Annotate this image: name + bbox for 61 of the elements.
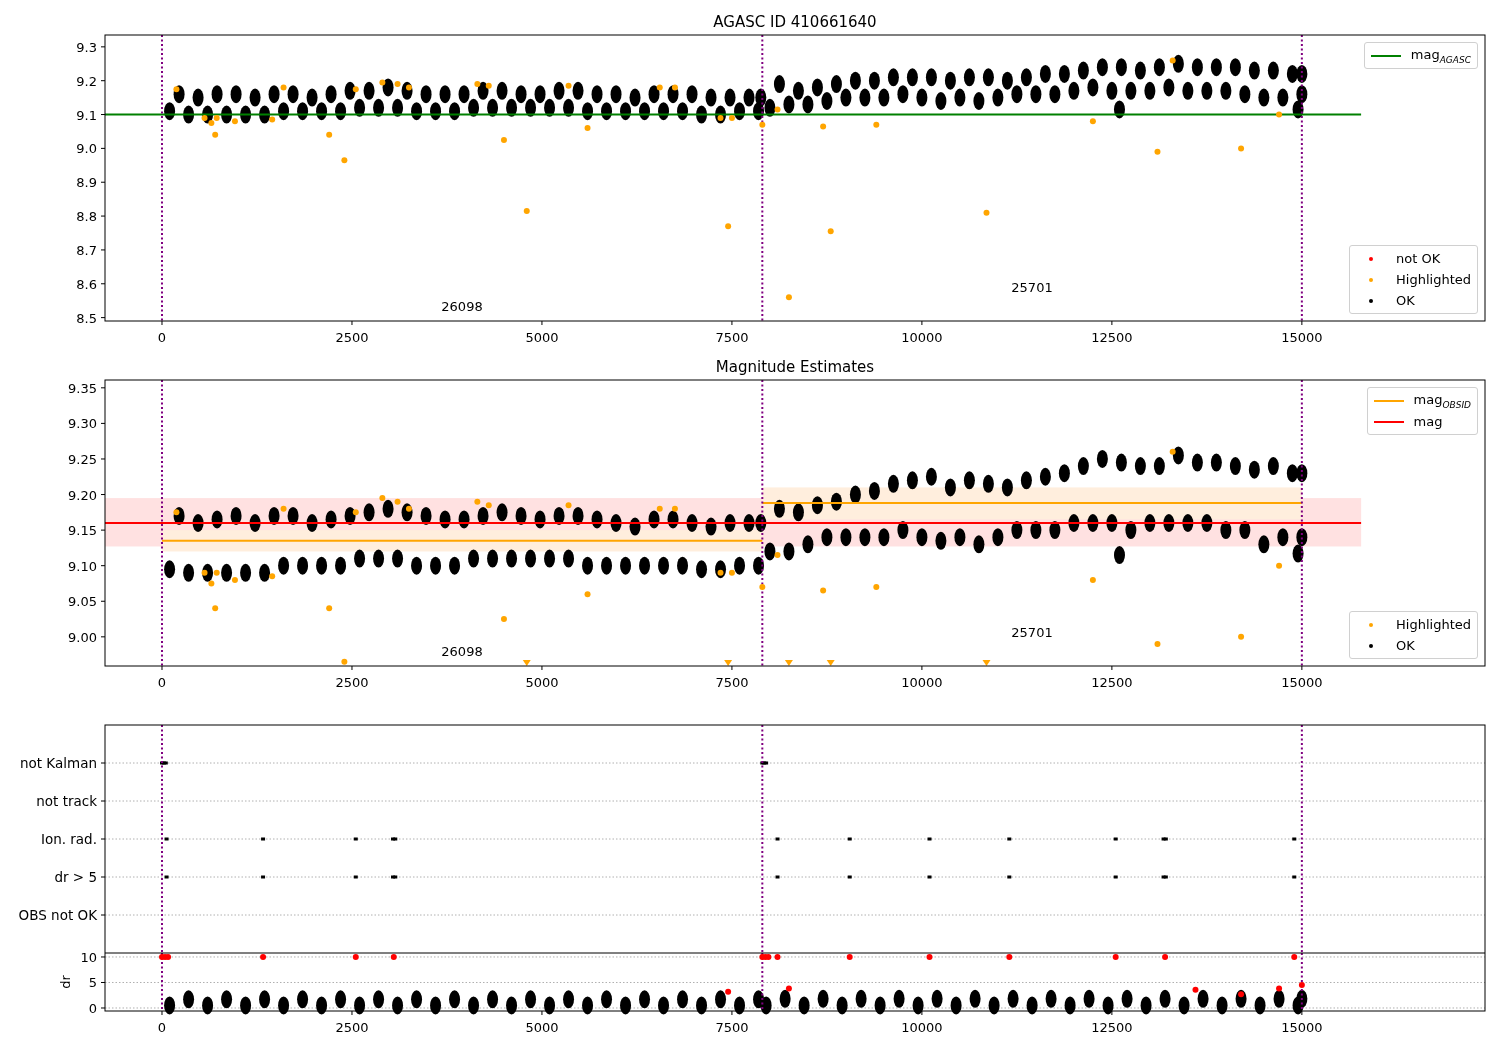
tick-label: 0 [157,1020,167,1035]
tick-label: 8.8 [76,209,97,225]
tick-label: 10 [80,953,97,965]
tick-label: 10000 [901,675,943,690]
legend-label: not OK [1396,251,1441,266]
tick-label: 9.15 [68,523,97,539]
legend-label: Highlighted [1396,617,1471,632]
tick-label: 5000 [525,330,559,345]
annotation-label: 26098 [441,644,483,659]
legend-label: mag [1413,414,1443,429]
tick-label: 9.05 [68,594,97,610]
tick-label: 5000 [525,675,559,690]
tick-label: 15000 [1281,1020,1323,1035]
tick-label: 12500 [1091,675,1133,690]
tick-label: 7500 [715,675,749,690]
tick-label: 15000 [1281,675,1323,690]
legend-label: OK [1396,293,1415,308]
tick-label: 9.3 [76,39,97,55]
legend-label: mag$_{AGASC}$ [1410,46,1471,65]
tick-label: 8.6 [76,276,97,292]
tick-label: 9.25 [68,451,97,467]
tick-label: 8.9 [76,175,97,191]
tick-label: 12500 [1091,330,1133,345]
annotation-label: 25701 [1011,625,1053,640]
tick-label: 15000 [1281,330,1323,345]
legend-label: mag$_{OBSID}$ [1413,391,1471,410]
tick-label: 7500 [715,1020,749,1035]
tick-label: 12500 [1091,1020,1133,1035]
tick-label: 0 [157,675,167,690]
tick-label: 2500 [335,330,369,345]
tick-label: 0 [88,1001,97,1016]
row-label: Ion. rad. [40,831,97,847]
chart-title: AGASC ID 410661640 [713,13,877,31]
tick-label: 10000 [901,1020,943,1035]
legend-label: OK [1396,638,1415,653]
tick-label: 9.20 [68,487,97,503]
chart-title: Magnitude Estimates [715,358,875,376]
tick-label: 9.10 [68,558,97,574]
row-label: not track [36,793,97,809]
tick-label: 9.30 [68,416,97,432]
row-label: not Kalman [19,755,97,771]
tick-label: 2500 [335,675,369,690]
tick-label: 10000 [901,330,943,345]
legend-label: Highlighted [1396,272,1471,287]
tick-label: 9.0 [76,141,97,157]
row-label: OBS not OK [18,907,97,923]
tick-label: 9.00 [68,629,97,645]
tick-label: 2500 [335,1020,369,1035]
tick-label: 5000 [525,1020,559,1035]
tick-label: 7500 [715,330,749,345]
tick-label: 8.7 [76,242,97,258]
tick-label: 9.2 [76,73,97,89]
tick-label: 0 [157,330,167,345]
annotation-label: 26098 [441,299,483,314]
annotation-label: 25701 [1011,280,1053,295]
row-label: dr > 5 [54,869,97,885]
axis-label: dr [58,975,73,989]
tick-label: 8.5 [76,310,97,326]
tick-label: 9.1 [76,107,97,123]
tick-label: 9.35 [68,380,97,396]
tick-label: 5 [88,975,97,991]
